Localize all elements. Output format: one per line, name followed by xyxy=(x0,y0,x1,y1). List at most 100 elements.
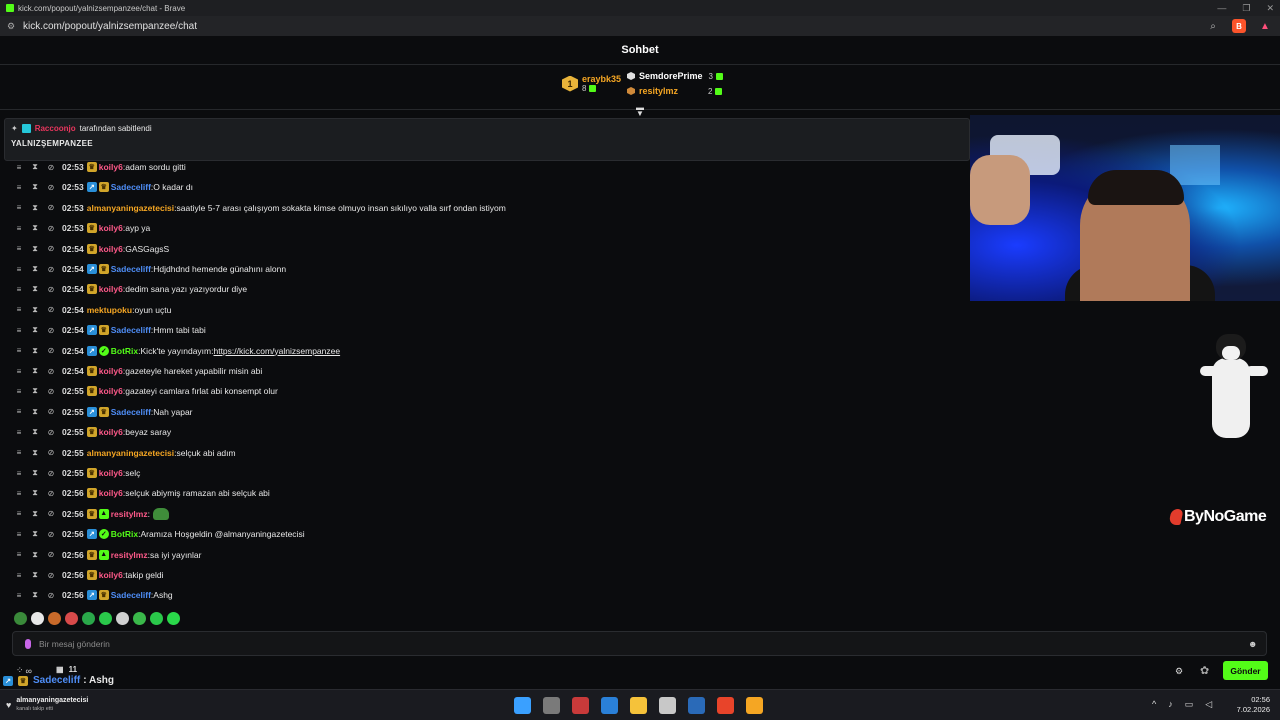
ban-icon[interactable]: ⊘ xyxy=(46,163,56,172)
chat-message[interactable]: ≡ ⧗ ⊘ 02:56 ↗ ✓ BotRix: Aramıza Hoşgeldin @alm… xyxy=(14,527,305,541)
ban-icon[interactable]: ⊘ xyxy=(46,448,56,457)
timeout-icon[interactable]: ⧗ xyxy=(30,590,40,600)
timeout-icon[interactable]: ⧗ xyxy=(30,386,40,396)
collapse-leaderboard-icon[interactable]: ▬ ▼ xyxy=(634,104,646,118)
ban-icon[interactable]: ⊘ xyxy=(46,224,56,233)
timeout-icon[interactable]: ⧗ xyxy=(30,407,40,417)
emote-10-icon[interactable] xyxy=(167,612,180,625)
taskbar-app-9-icon[interactable] xyxy=(746,697,763,714)
taskbar-app-5-icon[interactable] xyxy=(630,697,647,714)
message-username[interactable]: koily6 xyxy=(99,284,123,294)
ban-icon[interactable]: ⊘ xyxy=(46,509,56,518)
chat-message[interactable]: ≡ ⧗ ⊘ 02:56 ♛ koily6: selçuk abiymiş ramazan … xyxy=(14,486,270,500)
send-button[interactable]: Gönder xyxy=(1223,661,1268,680)
ban-icon[interactable]: ⊘ xyxy=(46,407,56,416)
chat-message[interactable]: ≡ ⧗ ⊘ 02:54 ♛ koily6: dedim sana yazı yazıyor… xyxy=(14,282,247,296)
ban-icon[interactable]: ⊘ xyxy=(46,305,56,314)
delete-message-icon[interactable]: ≡ xyxy=(14,550,24,559)
delete-message-icon[interactable]: ≡ xyxy=(14,469,24,478)
message-username[interactable]: koily6 xyxy=(99,570,123,580)
ban-icon[interactable]: ⊘ xyxy=(46,326,56,335)
message-username[interactable]: Sadeceliff xyxy=(111,182,151,192)
emote-4-icon[interactable] xyxy=(65,612,78,625)
chat-message[interactable]: ≡ ⧗ ⊘ 02:56 ♛ ▲ resitylmz: sa iyi yayınlar xyxy=(14,548,201,562)
taskbar-app-7-icon[interactable] xyxy=(688,697,705,714)
leaderboard-first[interactable]: 1 eraybk35 8 xyxy=(562,74,621,93)
delete-message-icon[interactable]: ≡ xyxy=(14,305,24,314)
chat-message[interactable]: ≡ ⧗ ⊘ 02:53 ♛ koily6: adam sordu gitti xyxy=(14,160,186,174)
timeout-icon[interactable]: ⧗ xyxy=(30,284,40,294)
timeout-icon[interactable]: ⧗ xyxy=(30,162,40,172)
delete-message-icon[interactable]: ≡ xyxy=(14,387,24,396)
chat-message[interactable]: ≡ ⧗ ⊘ 02:56 ♛ koily6: takip geldi xyxy=(14,568,164,582)
taskbar-app-3-icon[interactable] xyxy=(572,697,589,714)
leaderboard-second[interactable]: SemdorePrime 3 xyxy=(627,71,723,81)
delete-message-icon[interactable]: ≡ xyxy=(14,346,24,355)
timeout-icon[interactable]: ⧗ xyxy=(30,570,40,580)
delete-message-icon[interactable]: ≡ xyxy=(14,163,24,172)
timeout-icon[interactable]: ⧗ xyxy=(30,223,40,233)
chat-message[interactable]: ≡ ⧗ ⊘ 02:54 ♛ koily6: GASGagsS xyxy=(14,242,169,256)
delete-message-icon[interactable]: ≡ xyxy=(14,509,24,518)
emote-2-icon[interactable] xyxy=(31,612,44,625)
message-username[interactable]: almanyaningazetecisi xyxy=(87,448,174,458)
voice-icon[interactable] xyxy=(25,638,31,649)
message-username[interactable]: koily6 xyxy=(99,244,123,254)
ban-icon[interactable]: ⊘ xyxy=(46,571,56,580)
timeout-icon[interactable]: ⧗ xyxy=(30,182,40,192)
timeout-icon[interactable]: ⧗ xyxy=(30,264,40,274)
taskbar-app-6-icon[interactable] xyxy=(659,697,676,714)
timeout-icon[interactable]: ⧗ xyxy=(30,346,40,356)
delete-message-icon[interactable]: ≡ xyxy=(14,265,24,274)
ban-icon[interactable]: ⊘ xyxy=(46,183,56,192)
delete-message-icon[interactable]: ≡ xyxy=(14,285,24,294)
microphone-icon[interactable]: ♪ xyxy=(1168,699,1173,710)
ban-icon[interactable]: ⊘ xyxy=(46,530,56,539)
ban-icon[interactable]: ⊘ xyxy=(46,265,56,274)
url-field[interactable]: kick.com/popout/yalnizsempanzee/chat xyxy=(23,21,197,32)
message-username[interactable]: koily6 xyxy=(99,386,123,396)
delete-message-icon[interactable]: ≡ xyxy=(14,571,24,580)
message-username[interactable]: koily6 xyxy=(99,223,123,233)
message-username[interactable]: koily6 xyxy=(99,366,123,376)
timeout-icon[interactable]: ⧗ xyxy=(30,366,40,376)
ban-icon[interactable]: ⊘ xyxy=(46,367,56,376)
chat-message[interactable]: ≡ ⧗ ⊘ 02:54 ♛ koily6: gazeteyle hareket yapab… xyxy=(14,364,262,378)
emote-1-icon[interactable] xyxy=(14,612,27,625)
emoji-picker-icon[interactable]: ☻ xyxy=(1248,639,1258,649)
leaderboard-third[interactable]: resitylmz 2 xyxy=(627,86,723,96)
message-username[interactable]: resitylmz xyxy=(111,550,148,560)
brave-rewards-icon[interactable]: ▲ xyxy=(1258,19,1272,33)
message-username[interactable]: BotRix xyxy=(111,529,138,539)
chat-message[interactable]: ≡ ⧗ ⊘ 02:56 ♛ ▲ resitylmz: xyxy=(14,507,169,521)
chat-message[interactable]: ≡ ⧗ ⊘ 02:56 ↗ ♛ Sadeceliff: Ashg xyxy=(14,588,173,602)
message-username[interactable]: koily6 xyxy=(99,488,123,498)
emote-7-icon[interactable] xyxy=(116,612,129,625)
delete-message-icon[interactable]: ≡ xyxy=(14,489,24,498)
timeout-icon[interactable]: ⧗ xyxy=(30,244,40,254)
message-username[interactable]: almanyaningazetecisi xyxy=(87,203,174,213)
chat-message[interactable]: ≡ ⧗ ⊘ 02:54 ↗ ✓ BotRix: Kick'te yayındayım: ht… xyxy=(14,344,340,358)
timeout-icon[interactable]: ⧗ xyxy=(30,550,40,560)
chat-message[interactable]: ≡ ⧗ ⊘ 02:54 ↗ ♛ Sadeceliff: Hdjdhdnd hemende g… xyxy=(14,262,286,276)
zoom-icon[interactable]: ⌕ xyxy=(1206,19,1220,33)
delete-message-icon[interactable]: ≡ xyxy=(14,367,24,376)
message-username[interactable]: koily6 xyxy=(99,468,123,478)
timeout-icon[interactable]: ⧗ xyxy=(30,203,40,213)
delete-message-icon[interactable]: ≡ xyxy=(14,448,24,457)
message-username[interactable]: koily6 xyxy=(99,162,123,172)
ban-icon[interactable]: ⊘ xyxy=(46,489,56,498)
message-username[interactable]: mektupoku xyxy=(87,305,132,315)
delete-message-icon[interactable]: ≡ xyxy=(14,183,24,192)
delete-message-icon[interactable]: ≡ xyxy=(14,407,24,416)
gift-button-icon[interactable]: ✿ xyxy=(1200,664,1209,677)
pinned-by-user[interactable]: Raccoonjo xyxy=(35,124,76,133)
delete-message-icon[interactable]: ≡ xyxy=(14,428,24,437)
chat-message[interactable]: ≡ ⧗ ⊘ 02:53 almanyaningazetecisi: saatiyle 5… xyxy=(14,201,506,215)
message-username[interactable]: Sadeceliff xyxy=(111,590,151,600)
emote-6-icon[interactable] xyxy=(99,612,112,625)
clock[interactable]: 02:56 7.02.2026 xyxy=(1226,695,1270,715)
chat-message[interactable]: ≡ ⧗ ⊘ 02:53 ↗ ♛ Sadeceliff: O kadar dı xyxy=(14,180,193,194)
volume-icon[interactable]: ◁ xyxy=(1205,699,1212,710)
taskbar-app-1-icon[interactable] xyxy=(514,697,531,714)
